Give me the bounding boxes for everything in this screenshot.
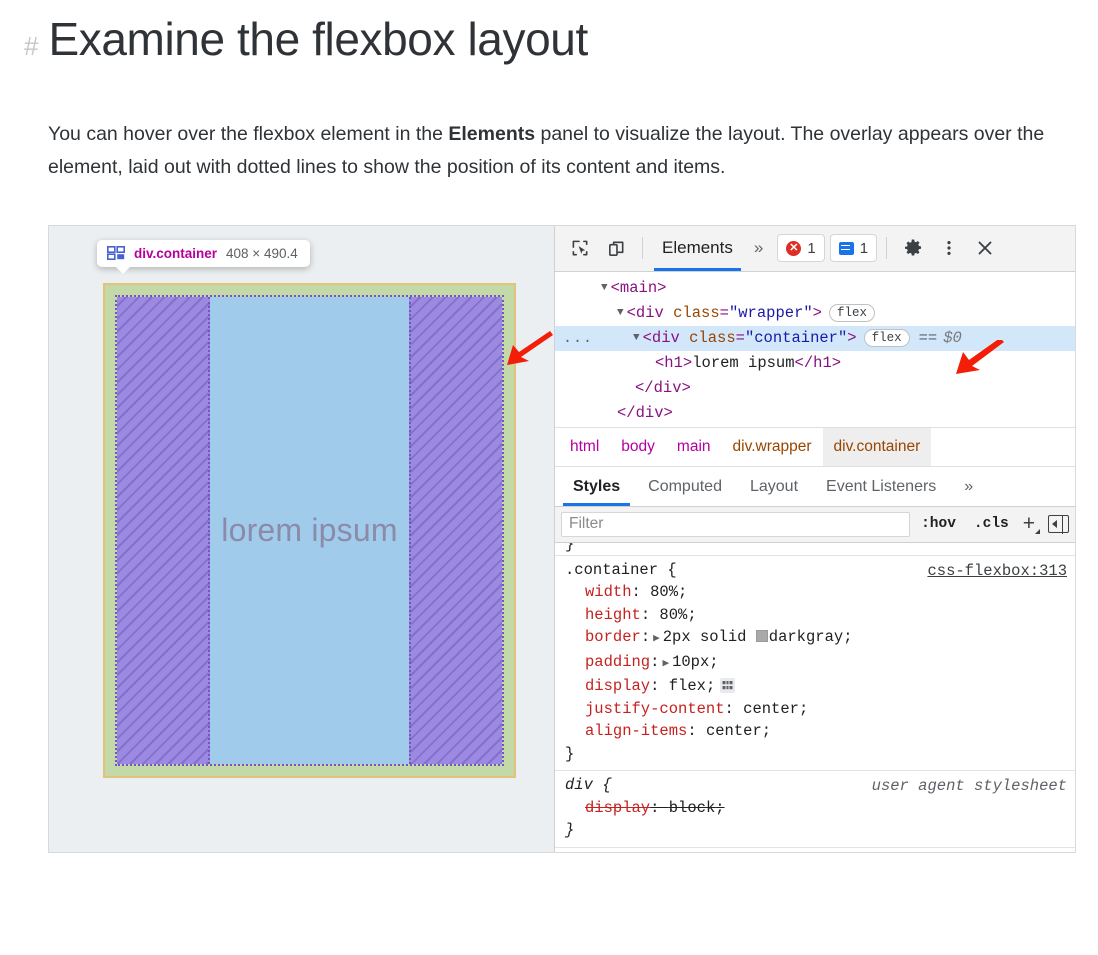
message-count: 1 [859, 239, 869, 257]
declaration-justify-content[interactable]: justify-content: center; [555, 698, 1075, 721]
styles-filter-bar: Filter :hov .cls + [555, 506, 1075, 543]
hov-button[interactable]: :hov [914, 516, 963, 532]
expand-arrow-icon: ▶ [653, 633, 660, 646]
flexbox-icon [107, 246, 125, 261]
badge-element-name: div.container [134, 245, 218, 261]
tab-layout[interactable]: Layout [736, 468, 812, 506]
declaration-height[interactable]: height: 80%; [555, 604, 1075, 627]
message-icon [838, 241, 854, 255]
rule-close-brace: } [565, 744, 575, 763]
flex-badge[interactable]: flex [828, 304, 875, 323]
toolbar-divider-2 [886, 237, 888, 260]
intro-paragraph: You can hover over the flexbox element i… [48, 118, 1048, 185]
anchor-hash-icon[interactable]: # [24, 33, 38, 59]
devtools-toolbar: Elements » ✕ 1 1 [555, 225, 1075, 272]
close-icon[interactable] [968, 232, 1002, 264]
cls-button[interactable]: .cls [967, 516, 1016, 532]
dom-tree[interactable]: ▼ <main> ▼ <div class="wrapper"> flex ..… [555, 271, 1075, 427]
vertical-dots-icon[interactable] [932, 232, 966, 264]
error-count-badge[interactable]: ✕ 1 [777, 234, 825, 263]
paragraph-text-1: You can hover over the flexbox element i… [48, 122, 449, 145]
node-ellipsis-button[interactable]: ... [563, 326, 593, 351]
dom-node-text: </div> [635, 378, 691, 397]
flex-badge[interactable]: flex [863, 329, 910, 348]
breadcrumb-item-div-wrapper[interactable]: div.wrapper [722, 428, 823, 466]
styles-tab-bar: Styles Computed Layout Event Listeners » [555, 466, 1075, 507]
dollar-zero-marker: $0 [943, 328, 962, 347]
article-page: # Examine the flexbox layout You can hov… [0, 0, 1098, 853]
breadcrumb-item-div-container[interactable]: div.container [822, 427, 932, 466]
paragraph-bold-elements: Elements [448, 122, 536, 145]
breadcrumb[interactable]: html body main div.wrapper div.container [555, 426, 1075, 467]
flexbox-content-area: lorem ipsum [115, 294, 504, 766]
toolbar-divider [642, 237, 643, 260]
declaration-padding[interactable]: padding: ▶ 10px; [555, 651, 1075, 676]
filter-input[interactable]: Filter [561, 511, 911, 537]
screenshot-figure: lorem ipsum div.container 408 × 490.4 El… [48, 224, 1076, 853]
flex-item: lorem ipsum [210, 296, 409, 764]
styles-rules-list[interactable]: } css-flexbox:313 .container { width: 80… [555, 542, 1075, 852]
dom-node-close-wrapper[interactable]: </div> [555, 401, 1075, 426]
color-swatch[interactable] [755, 630, 768, 643]
style-rule-container[interactable]: css-flexbox:313 .container { width: 80%;… [555, 556, 1075, 772]
rule-close-brace: } [565, 821, 575, 840]
message-count-badge[interactable]: 1 [829, 234, 878, 263]
expand-triangle[interactable]: ▼ [601, 276, 608, 301]
dom-node-text: <div class="container"> [642, 328, 857, 347]
devtools-panel: Elements » ✕ 1 1 ▼ <main> ▼ <div class="… [554, 225, 1075, 852]
flex-free-space-left [117, 296, 210, 764]
rendered-page-viewport: lorem ipsum div.container 408 × 490.4 [49, 225, 554, 852]
dom-node-text: </div> [617, 403, 673, 422]
declaration-border[interactable]: border: ▶ 2px solid darkgray; [555, 626, 1075, 651]
dom-node-container[interactable]: ... ▼ <div class="container"> flex == $0 [555, 325, 1075, 351]
tab-computed[interactable]: Computed [634, 468, 736, 506]
dom-node-h1[interactable]: <h1>lorem ipsum</h1> [555, 351, 1075, 376]
expand-triangle[interactable]: ▼ [617, 301, 624, 326]
flex-item-text: lorem ipsum [221, 511, 398, 548]
page-title: # Examine the flexbox layout [24, 0, 1074, 66]
equals-marker: == [918, 328, 938, 347]
breadcrumb-item-main[interactable]: main [666, 428, 722, 466]
dom-node-wrapper[interactable]: ▼ <div class="wrapper"> flex [555, 301, 1075, 326]
declaration-display[interactable]: display: flex; [555, 675, 1075, 698]
breadcrumb-item-body[interactable]: body [610, 428, 666, 466]
expand-triangle[interactable]: ▼ [633, 326, 640, 351]
dom-node-text: <div class="wrapper"> [626, 303, 822, 322]
declaration-width[interactable]: width: 80%; [555, 581, 1075, 604]
error-count: 1 [807, 239, 816, 257]
rule-origin-link[interactable]: css-flexbox:313 [927, 560, 1067, 583]
inspect-element-icon[interactable] [563, 232, 597, 264]
badge-dimensions: 408 × 490.4 [226, 245, 298, 261]
element-highlight-badge: div.container 408 × 490.4 [97, 239, 310, 274]
rule-origin-ua: user agent stylesheet [871, 777, 1067, 796]
dom-node-main[interactable]: ▼ <main> [555, 276, 1075, 301]
expand-arrow-icon: ▶ [662, 657, 670, 670]
heading-text: Examine the flexbox layout [48, 13, 588, 65]
tab-styles[interactable]: Styles [559, 468, 634, 506]
badge-pointer [115, 265, 131, 274]
device-toolbar-icon[interactable] [599, 232, 633, 264]
styles-scrollbar[interactable] [1068, 543, 1075, 852]
sidebar-toggle-icon[interactable] [1048, 514, 1069, 534]
error-icon: ✕ [786, 240, 802, 256]
breadcrumb-item-html[interactable]: html [559, 428, 610, 466]
declaration-display-overridden[interactable]: display: block; [555, 797, 1075, 820]
flexbox-overlay: lorem ipsum [103, 282, 516, 778]
more-tabs-icon[interactable]: » [950, 468, 987, 506]
tab-event-listeners[interactable]: Event Listeners [812, 468, 950, 506]
gear-icon[interactable] [896, 232, 930, 264]
tab-elements[interactable]: Elements [652, 226, 743, 271]
dom-node-close-container[interactable]: </div> [555, 376, 1075, 401]
more-panels-icon[interactable]: » [745, 238, 772, 258]
style-rule-partial: } [555, 543, 1075, 556]
flexbox-editor-icon[interactable] [720, 678, 736, 694]
new-style-rule-button[interactable]: + [1020, 512, 1041, 536]
dom-node-text: <main> [610, 278, 667, 297]
style-rule-div-ua[interactable]: user agent stylesheet div { display: blo… [555, 771, 1075, 848]
flex-free-space-right [409, 296, 502, 764]
rule-close-brace: } [565, 542, 575, 553]
declaration-align-items[interactable]: align-items: center; [555, 720, 1075, 743]
dom-node-text: <h1>lorem ipsum</h1> [655, 353, 842, 372]
